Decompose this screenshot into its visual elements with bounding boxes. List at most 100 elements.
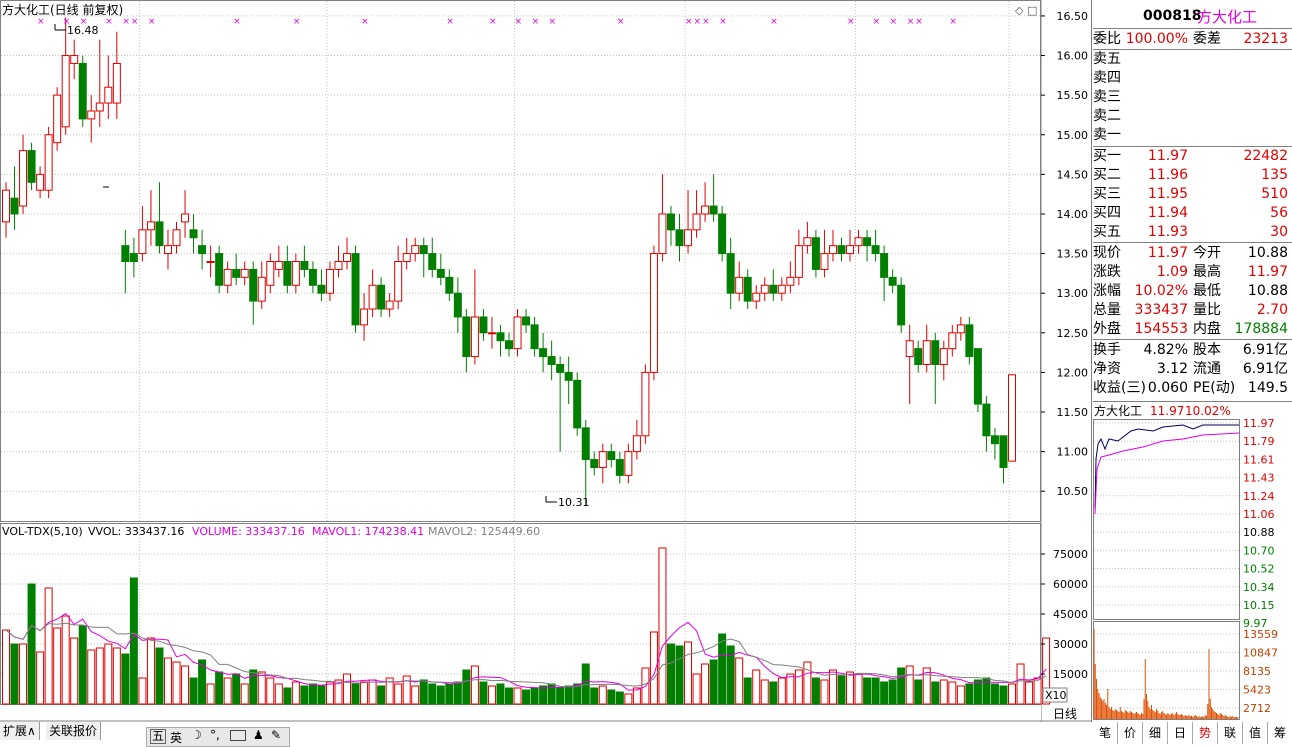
- fundamental-label: 股本: [1193, 342, 1221, 358]
- english-icon[interactable]: 英: [170, 729, 182, 746]
- volume-bar: [44, 587, 53, 705]
- volume-bar: [351, 683, 360, 705]
- intraday-price-tick: 11.43: [1243, 472, 1275, 485]
- volume-bar: [718, 633, 727, 705]
- candle-body: [522, 316, 531, 326]
- volume-bar: [752, 669, 761, 705]
- signal-mark: ×: [694, 17, 702, 27]
- candle-body: [547, 356, 556, 365]
- wrench-icon[interactable]: ✎: [271, 728, 281, 742]
- price-tick-label: 15.50: [1057, 89, 1089, 102]
- candle-body: [334, 261, 343, 270]
- intraday-price-tick: 10.52: [1243, 563, 1275, 576]
- candle-body: [453, 292, 462, 318]
- candle-body: [266, 261, 275, 286]
- person-icon[interactable]: ♟: [253, 728, 264, 742]
- signal-mark: ×: [37, 17, 45, 27]
- volume-bar: [769, 681, 778, 705]
- fundamental-label: 净资: [1093, 361, 1121, 377]
- candle-body: [394, 261, 403, 302]
- intraday-chart[interactable]: 11.97 11.79 11.61 11.43 11.24 11.06 10.88 10.70…: [1093, 419, 1292, 722]
- signal-mark: ×: [949, 17, 957, 27]
- stat-label: 最高: [1193, 264, 1221, 280]
- volume-bar: [206, 683, 215, 705]
- volume-bar: [70, 637, 79, 705]
- right-tab[interactable]: 细: [1143, 722, 1168, 744]
- fundamental-value: 6.91亿: [1242, 342, 1288, 358]
- candle-body: [513, 316, 522, 350]
- volume-bar: [897, 667, 906, 705]
- volume-bar: [138, 677, 147, 705]
- ask-row: 卖五: [1093, 50, 1292, 69]
- signal-mark: ×: [293, 17, 301, 27]
- stat-value: 154553: [1134, 321, 1188, 337]
- volume-bar: [470, 665, 479, 705]
- right-tab[interactable]: 日: [1168, 722, 1193, 744]
- right-tab[interactable]: 联: [1218, 722, 1243, 744]
- volume-bar: [564, 685, 573, 705]
- volume-bar: [880, 681, 889, 705]
- keyboard-icon[interactable]: [230, 730, 246, 741]
- candle-body: [385, 300, 394, 310]
- tab-expand[interactable]: 扩展∧: [0, 722, 40, 740]
- candle-body: [206, 261, 215, 263]
- intraday-vol-tick: 10847: [1243, 647, 1278, 660]
- fundamental-value: 4.82%: [1143, 342, 1188, 358]
- bid-label: 买五: [1093, 224, 1121, 240]
- candle-body: [402, 253, 411, 262]
- ask-label: 卖一: [1093, 127, 1121, 143]
- volume-bar: [837, 675, 846, 705]
- ask-row: 卖三: [1093, 88, 1292, 107]
- signal-mark: ×: [549, 17, 557, 27]
- signal-marks: × × × × × × × × × × × × × × × × × × × × × × × × × × ×: [37, 17, 957, 27]
- volume-bar: [513, 687, 522, 705]
- candle-body: [163, 245, 172, 255]
- kline-chart[interactable]: × × × × × × × × × × × × × × × × × × × × × × × × × × × 16.50 16.00 15…: [0, 0, 1092, 722]
- volume-bar: [803, 661, 812, 705]
- candle-body: [658, 213, 667, 255]
- fundamental-value: 3.12: [1156, 361, 1188, 377]
- volume-bar: [956, 685, 965, 705]
- signal-mark: ×: [122, 17, 130, 27]
- right-tab[interactable]: 值: [1243, 722, 1268, 744]
- period-label[interactable]: 日线: [1053, 707, 1077, 721]
- signal-mark: ×: [907, 17, 915, 27]
- volume-bar: [240, 683, 249, 705]
- right-tab[interactable]: 势: [1193, 722, 1218, 744]
- candle-body: [61, 55, 70, 128]
- volume-bar: [95, 647, 104, 705]
- bid-price: 11.94: [1147, 205, 1188, 221]
- moon-icon[interactable]: ☽: [191, 728, 202, 742]
- dot-icon[interactable]: °,: [210, 728, 220, 742]
- volume-bar: [777, 677, 786, 705]
- diamond-icon[interactable]: ◇: [1015, 4, 1024, 17]
- candle-body: [368, 284, 377, 310]
- candle-body: [692, 213, 701, 231]
- candle-body: [905, 340, 914, 358]
- ime-toolbar: 五 英 ☽ °, ♟ ✎: [146, 727, 290, 747]
- candle-body: [1008, 374, 1016, 462]
- candle-body: [27, 150, 36, 183]
- volume-bar: [692, 673, 701, 705]
- tab-related-quotes[interactable]: 关联报价: [46, 722, 102, 740]
- fundamental-row: 净资 3.12 流通 6.91亿: [1093, 360, 1292, 379]
- right-tab[interactable]: 筹: [1268, 722, 1292, 744]
- volume-bar: [939, 679, 948, 705]
- volume-bar: [846, 671, 855, 705]
- candle-body: [308, 268, 317, 286]
- right-tab[interactable]: 价: [1118, 722, 1143, 744]
- square-icon[interactable]: □: [1027, 4, 1037, 17]
- price-tick-label: 13.50: [1057, 248, 1089, 261]
- candle-body: [743, 276, 752, 302]
- stat-value: 333437: [1134, 302, 1188, 318]
- stat-value: 10.02%: [1134, 283, 1188, 299]
- candle-body: [257, 276, 266, 302]
- candle-body: [871, 245, 880, 255]
- volume-bar: [257, 671, 266, 705]
- right-tab[interactable]: 笔: [1093, 722, 1118, 744]
- wu-icon[interactable]: 五: [150, 729, 167, 744]
- stat-label: 外盘: [1093, 321, 1121, 337]
- candles: [2, 17, 1016, 507]
- bid-row: 买三 11.95 510: [1093, 185, 1292, 204]
- volume-bar: [624, 693, 633, 705]
